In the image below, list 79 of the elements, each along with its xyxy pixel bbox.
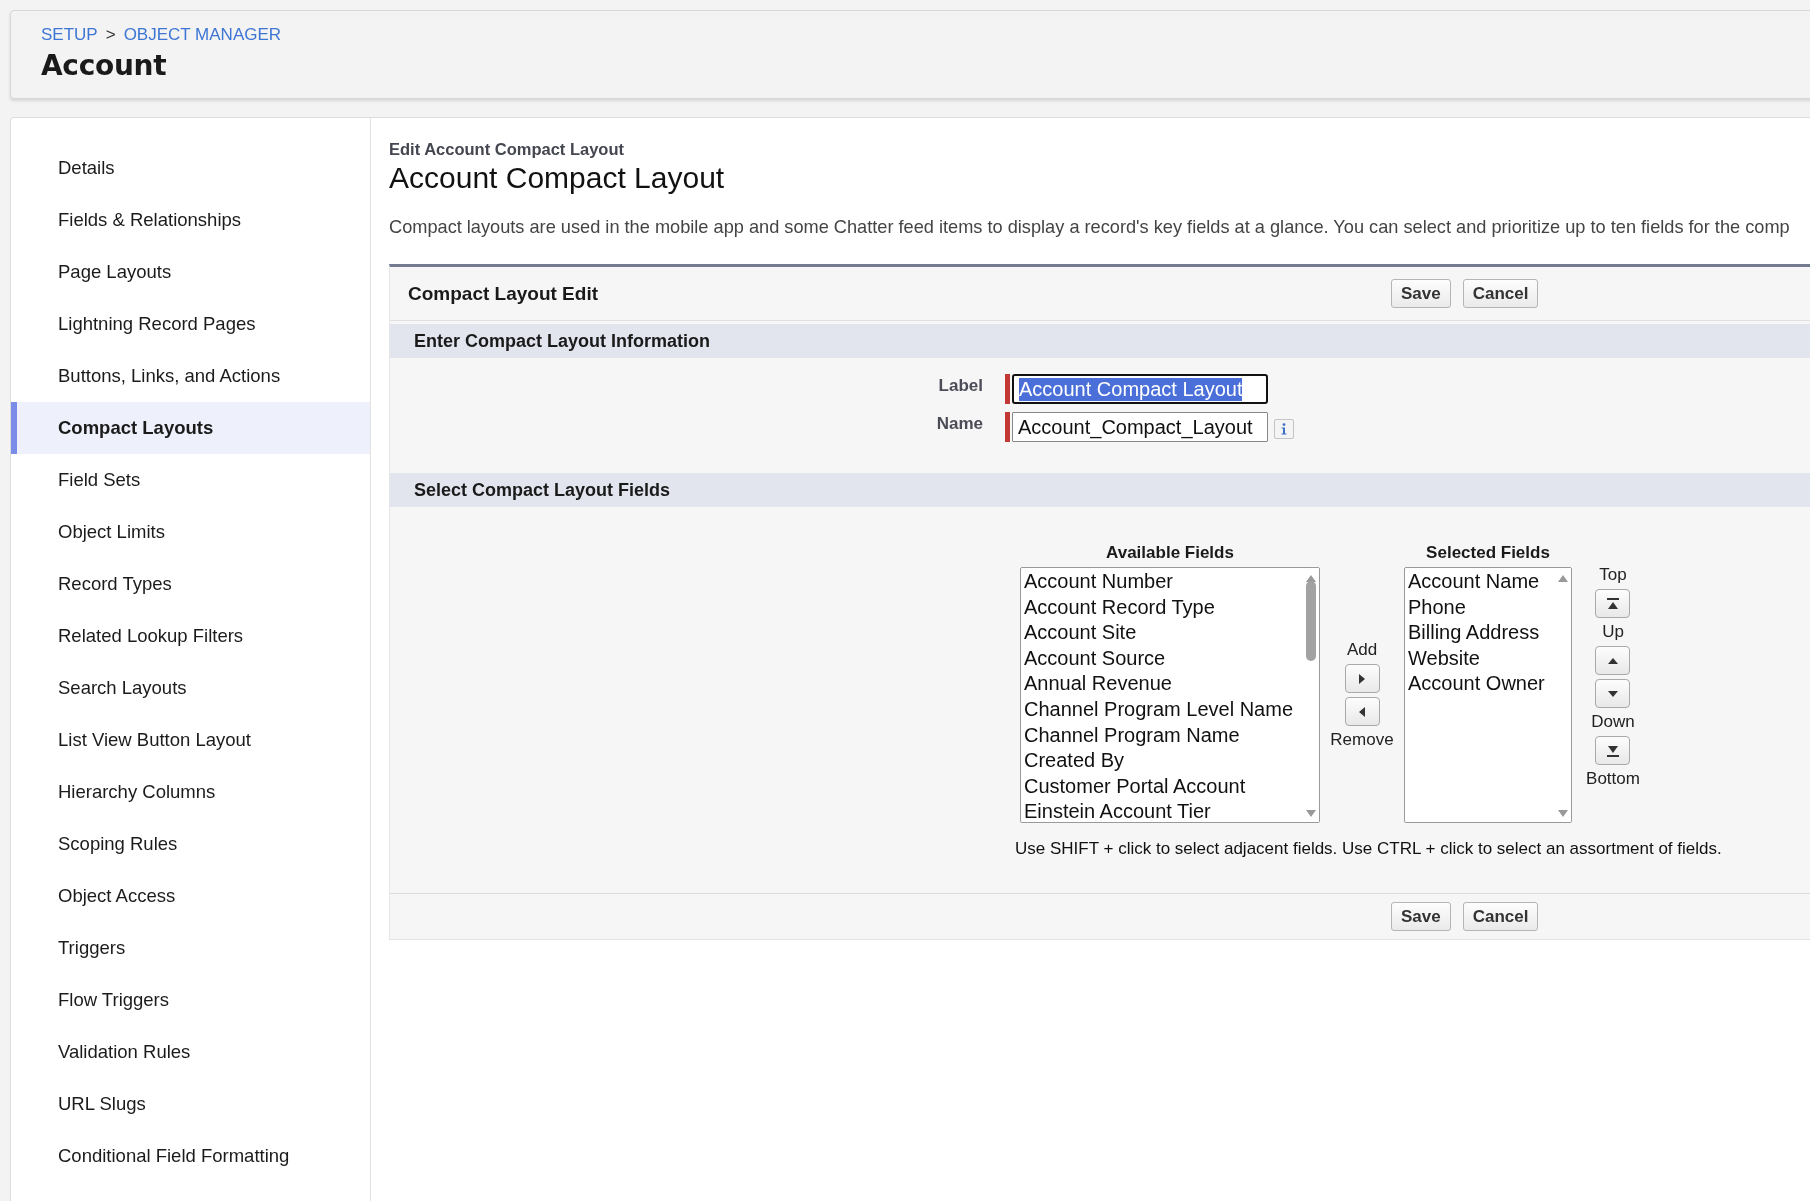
list-option[interactable]: Channel Program Name [1024, 722, 1300, 749]
list-option[interactable]: Phone [1408, 594, 1552, 621]
breadcrumb-separator: > [105, 25, 116, 45]
breadcrumb-link[interactable]: OBJECT MANAGER [123, 25, 282, 45]
sidebar-item[interactable]: Fields & Relationships [11, 194, 370, 246]
field-label: Label [937, 376, 984, 396]
arrow-to-top-icon [1606, 596, 1620, 611]
sidebar-item[interactable]: Buttons, Links, and Actions [11, 350, 370, 402]
list-option[interactable]: Account Name [1408, 569, 1552, 595]
sidebar-item[interactable]: Field Sets [11, 454, 370, 506]
info-icon[interactable] [1274, 419, 1294, 439]
sidebar-item[interactable]: Object Limits [11, 506, 370, 558]
move-left-button[interactable] [1344, 697, 1380, 726]
list-option[interactable]: Account Number [1024, 569, 1300, 595]
list-option[interactable]: Channel Program Level Name [1024, 696, 1300, 723]
list-heading: Available Fields [1105, 543, 1235, 563]
sidebar-item[interactable]: Record Types [11, 558, 370, 610]
scroll-up-icon[interactable] [1558, 574, 1568, 582]
save-button[interactable]: Save [1391, 279, 1451, 308]
move-down-button[interactable] [1595, 679, 1631, 708]
list-option[interactable]: Account Owner [1408, 671, 1552, 697]
list-option[interactable]: Annual Revenue [1024, 671, 1300, 697]
form-title: Compact Layout Edit [408, 282, 599, 305]
list-box[interactable]: Account Name Phone Billing Address Website Account Owner [1404, 567, 1572, 823]
list-option[interactable]: Billing Address [1408, 620, 1552, 646]
control-label: Up [1602, 622, 1624, 642]
scrollbar[interactable] [1555, 568, 1571, 822]
move-top-button[interactable] [1595, 589, 1631, 618]
list-option[interactable]: Account Source [1024, 645, 1300, 672]
move-right-button[interactable] [1344, 664, 1380, 693]
content-title: Account Compact Layout [389, 161, 726, 195]
sidebar-item[interactable]: Conditional Field Formatting [11, 1130, 370, 1182]
list-option[interactable]: Created By [1024, 748, 1300, 774]
list-option[interactable]: Einstein Account Tier [1024, 799, 1300, 822]
section-header: Enter Compact Layout Information [390, 324, 1810, 358]
sidebar-item[interactable]: Validation Rules [11, 1026, 370, 1078]
hint-text: Use SHIFT + click to select adjacent fields. Use CTRL + click to select an assortment of fields. [1015, 839, 1723, 859]
control-label: Add [1346, 640, 1378, 660]
save-button[interactable]: Save [1391, 902, 1451, 931]
input-field[interactable]: Account Compact Layout [1012, 374, 1268, 404]
sidebar-item[interactable]: Search Layouts [11, 662, 370, 714]
scrollbar[interactable] [1303, 568, 1319, 822]
page-title: Account [41, 49, 168, 82]
sidebar-item[interactable]: Related Lookup Filters [11, 610, 370, 662]
page-subtitle: Edit Account Compact Layout [389, 140, 625, 159]
cancel-button[interactable]: Cancel [1462, 279, 1539, 308]
list-option[interactable]: Customer Portal Account [1024, 773, 1300, 800]
sidebar-item[interactable]: Page Layouts [11, 246, 370, 298]
list-option[interactable]: Account Site [1024, 620, 1300, 646]
field-label: Name [935, 414, 984, 434]
scroll-thumb[interactable] [1306, 581, 1316, 661]
sidebar-item[interactable]: Details [11, 142, 370, 194]
sidebar-item[interactable]: URL Slugs [11, 1078, 370, 1130]
arrow-to-bottom-icon [1606, 743, 1620, 758]
cancel-button[interactable]: Cancel [1462, 902, 1539, 931]
move-up-button[interactable] [1595, 646, 1631, 675]
list-option[interactable]: Account Record Type [1024, 594, 1300, 621]
description: Compact layouts are used in the mobile app and some Chatter feed items to display a record's key fields at a glance. You can select and prioritize up to ten fields for the comp [389, 217, 1791, 238]
list-box[interactable]: Account Number Account Record Type Account Site Account Source Annual Revenue Channel Program Level Name Channel Program Name Created By Customer Portal Account Einstein Account Tier [1020, 567, 1320, 823]
sidebar-item[interactable]: Lightning Record Pages [11, 298, 370, 350]
sidebar-item[interactable]: Triggers [11, 922, 370, 974]
move-bottom-button[interactable] [1595, 736, 1631, 765]
input-field[interactable]: Account_Compact_Layout [1012, 412, 1268, 442]
control-label: Down [1591, 712, 1635, 732]
sidebar-item[interactable]: Hierarchy Columns [11, 766, 370, 818]
sidebar-item[interactable]: List View Button Layout [11, 714, 370, 766]
list-heading: Selected Fields [1425, 543, 1551, 563]
list-option[interactable]: Website [1408, 645, 1552, 672]
breadcrumb-link[interactable]: SETUP [41, 25, 98, 45]
control-label: Remove [1330, 730, 1394, 750]
sidebar-item[interactable]: Flow Triggers [11, 974, 370, 1026]
scroll-down-icon[interactable] [1306, 810, 1316, 818]
control-label: Bottom [1586, 769, 1640, 789]
scroll-down-icon[interactable] [1558, 810, 1568, 818]
sidebar-item[interactable]: Scoping Rules [11, 818, 370, 870]
control-label: Top [1599, 565, 1627, 585]
section-header: Select Compact Layout Fields [390, 473, 1810, 507]
sidebar-item[interactable]: Compact Layouts [11, 402, 370, 454]
sidebar-item[interactable]: Object Access [11, 870, 370, 922]
